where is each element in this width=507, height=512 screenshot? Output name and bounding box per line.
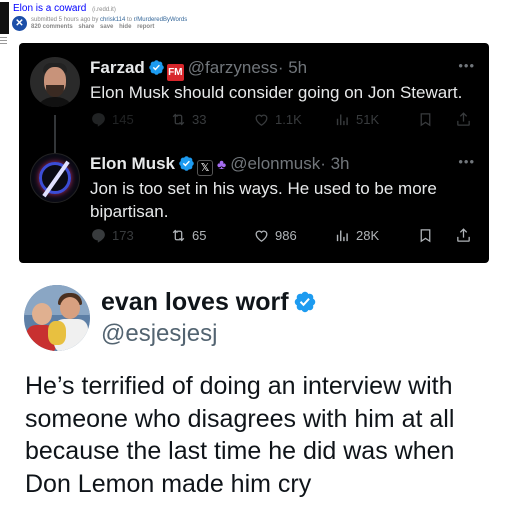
display-name[interactable]: Farzad xyxy=(90,58,145,77)
post-action-links: 820 comments share save hide report xyxy=(31,24,158,30)
repost-button[interactable]: 65 xyxy=(170,227,206,244)
like-button[interactable]: 986 xyxy=(253,227,297,244)
handle[interactable]: @elonmusk xyxy=(230,154,320,173)
views-button[interactable]: 28K xyxy=(334,227,379,244)
bookmark-button[interactable] xyxy=(417,111,439,128)
display-name[interactable]: Elon Musk xyxy=(90,154,175,173)
view-count: 28K xyxy=(356,228,380,243)
affiliate-badge-icon: FM xyxy=(166,64,184,81)
verified-badge-icon xyxy=(149,60,164,75)
verified-badge-icon xyxy=(179,156,194,171)
reply-count: 173 xyxy=(112,228,134,243)
repost-count: 65 xyxy=(192,228,207,243)
repost-count: 33 xyxy=(192,112,207,127)
display-name-text[interactable]: evan loves worf xyxy=(101,288,289,316)
post-domain[interactable]: (i.redd.it) xyxy=(92,7,116,13)
like-icon xyxy=(255,114,268,126)
verified-badge-icon xyxy=(294,291,315,313)
tweet-actions: 145 33 1.1K 51K xyxy=(90,111,475,131)
bookmark-button[interactable] xyxy=(417,227,439,244)
like-button[interactable]: 1.1K xyxy=(253,111,302,128)
handle[interactable]: @farzyness xyxy=(188,58,278,77)
hide-link[interactable]: hide xyxy=(119,24,131,30)
post-expand-icon[interactable]: ✕ xyxy=(12,16,27,31)
tweet-text: Elon Musk should consider going on Jon S… xyxy=(90,83,463,102)
report-link[interactable]: report xyxy=(137,24,154,30)
menu-icon[interactable] xyxy=(0,37,7,46)
share-icon xyxy=(457,112,470,126)
repost-icon xyxy=(172,113,185,126)
author-link[interactable]: chrisk114 xyxy=(100,17,125,23)
tweet-header: Farzad FM @farzyness· 5h xyxy=(90,57,307,81)
more-dots-icon[interactable]: ••• xyxy=(458,154,475,169)
view-count: 51K xyxy=(356,112,380,127)
tweet-actions: 173 65 986 28K xyxy=(90,227,475,247)
avatar[interactable] xyxy=(24,285,90,351)
post-title-link[interactable]: Elon is a coward xyxy=(13,3,86,14)
tweet-header: Elon Musk 𝕏 ♣ @elonmusk· 3h xyxy=(90,153,350,176)
thread-connector-line xyxy=(54,115,56,155)
views-icon xyxy=(336,230,348,242)
reply-button[interactable]: 173 xyxy=(90,227,134,244)
like-count: 986 xyxy=(275,228,297,243)
repost-button[interactable]: 33 xyxy=(170,111,206,128)
handle[interactable]: @esjesjesj xyxy=(101,320,217,348)
affiliation-icon: ♣ xyxy=(217,156,227,172)
timestamp[interactable]: · 3h xyxy=(320,154,349,173)
save-link[interactable]: save xyxy=(100,24,113,30)
share-button[interactable] xyxy=(455,111,477,128)
reply-button[interactable]: 145 xyxy=(90,111,134,128)
views-icon xyxy=(336,114,348,126)
like-count: 1.1K xyxy=(275,112,302,127)
post-title-row: Elon is a coward (i.redd.it) xyxy=(13,3,116,16)
share-link[interactable]: share xyxy=(78,24,94,30)
meta-prefix: submitted 5 hours ago by xyxy=(31,17,101,23)
share-icon xyxy=(457,228,470,242)
like-icon xyxy=(255,230,268,242)
bookmark-icon xyxy=(420,113,431,127)
reply-count: 145 xyxy=(112,112,134,127)
post-meta: submitted 5 hours ago by chrisk114 to r/… xyxy=(31,16,187,24)
reply-icon xyxy=(92,229,105,243)
post-thumbnail[interactable] xyxy=(0,2,9,34)
embedded-thread-card: Farzad FM @farzyness· 5h ••• Elon Musk sho… xyxy=(19,43,489,263)
tweet-text: He’s terrified of doing an interview wit… xyxy=(25,372,455,498)
display-name: evan loves worf xyxy=(101,287,317,317)
more-dots-icon[interactable]: ••• xyxy=(458,58,475,73)
comments-link[interactable]: 820 comments xyxy=(31,24,73,30)
reply-icon xyxy=(92,113,105,127)
views-button[interactable]: 51K xyxy=(334,111,379,128)
tweet-text: Jon is too set in his ways. He used to b… xyxy=(90,179,437,221)
meta-mid: to xyxy=(125,17,134,23)
bookmark-icon xyxy=(420,229,431,243)
avatar[interactable] xyxy=(30,153,80,203)
share-button[interactable] xyxy=(455,227,477,244)
avatar[interactable] xyxy=(30,57,80,107)
subreddit-link[interactable]: r/MurderedByWords xyxy=(134,17,188,23)
x-logo-icon: 𝕏 xyxy=(197,160,214,176)
repost-icon xyxy=(172,229,185,242)
timestamp[interactable]: · 5h xyxy=(278,58,307,77)
